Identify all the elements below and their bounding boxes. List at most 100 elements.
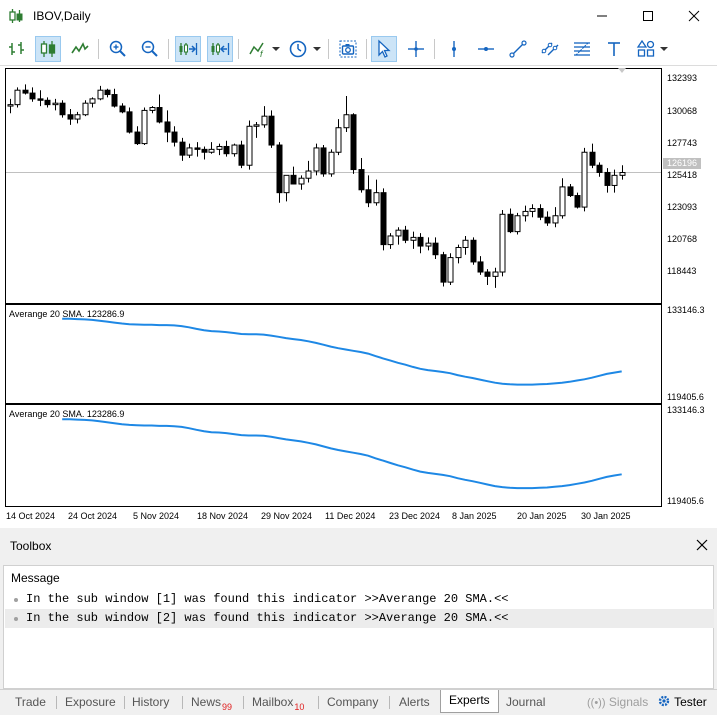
candle-body [529, 208, 536, 212]
signals-icon: ((•)) [587, 697, 606, 709]
candle-body [179, 141, 186, 156]
price-axis-label: 127743 [667, 138, 698, 148]
candle-body [7, 104, 14, 107]
close-icon[interactable] [695, 538, 709, 552]
candle-body [82, 102, 89, 116]
candle-body [522, 210, 529, 217]
sma-line-subwindow-1 [62, 317, 622, 386]
message-text: In the sub window [1] was found this ind… [26, 592, 509, 606]
candle-body [537, 208, 544, 218]
candle-body [350, 114, 357, 171]
subwindow-2-max: 133146.3 [667, 405, 705, 415]
candle-body [119, 105, 126, 113]
list-item[interactable]: In the sub window [2] was found this ind… [5, 609, 714, 628]
tester-tab[interactable]: Tester [657, 693, 707, 711]
candle-body [74, 114, 81, 120]
info-icon [14, 598, 18, 602]
price-axis-label: 118443 [667, 266, 697, 276]
candle-body [253, 124, 260, 127]
candle-body [619, 172, 626, 176]
price-axis-label: 120768 [667, 234, 698, 244]
date-axis-label: 11 Dec 2024 [325, 511, 376, 521]
news-count-badge: 99 [222, 702, 233, 712]
candle-body [402, 229, 409, 241]
date-axis-label: 29 Nov 2024 [261, 511, 313, 521]
candle-body [208, 148, 215, 153]
candle-body [447, 257, 454, 283]
candle-body [358, 169, 365, 191]
tab-mailbox[interactable]: Mailbox10 [244, 693, 312, 713]
candle-body [201, 148, 208, 153]
candle-body [440, 254, 447, 283]
chart-canvas [6, 68, 661, 490]
candle-body [492, 271, 499, 277]
candle-body [387, 235, 394, 246]
candle-body [552, 215, 559, 224]
date-axis-label: 8 Jan 2025 [452, 511, 497, 521]
candle-body [164, 121, 171, 133]
tab-news[interactable]: News99 [183, 693, 240, 713]
date-axis-label: 18 Nov 2024 [197, 511, 249, 521]
tab-exposure[interactable]: Exposure [57, 693, 124, 713]
date-axis-label: 24 Oct 2024 [68, 511, 118, 521]
candle-body [462, 239, 469, 248]
candle-body [216, 145, 223, 150]
candle-body [320, 147, 327, 175]
candle-body [22, 89, 29, 94]
candle-body [29, 92, 36, 100]
subwindow-1-label: Averange 20 SMA. 123286.9 [9, 309, 125, 319]
tab-trade[interactable]: Trade [7, 693, 54, 713]
candle-body [111, 94, 118, 107]
candle-body [298, 177, 305, 185]
tab-company[interactable]: Company [319, 693, 386, 713]
candle-body [596, 164, 603, 173]
price-axis-label: 123093 [667, 202, 698, 212]
scroll-marker-icon [618, 68, 626, 73]
candle-body [373, 192, 380, 204]
candle-body [156, 107, 163, 123]
candle-body [231, 144, 238, 155]
price-axis-label: 125418 [667, 170, 698, 180]
candle-body [611, 174, 618, 186]
candle-body [544, 216, 551, 224]
candle-body [380, 192, 387, 246]
subwindow-1-max: 133146.3 [667, 305, 705, 315]
candle-body [305, 170, 312, 179]
date-axis-label: 20 Jan 2025 [517, 511, 567, 521]
subwindow-2-min: 119405.6 [667, 496, 704, 506]
candle-body [194, 147, 201, 150]
message-text: In the sub window [2] was found this ind… [26, 611, 509, 625]
candle-body [141, 109, 148, 145]
candle-body [268, 115, 275, 146]
candle-body [514, 215, 521, 233]
candle-body [134, 131, 141, 145]
candle-body [507, 213, 514, 233]
experts-message-list[interactable]: Message In the sub window [1] was found … [3, 565, 714, 689]
date-axis-label: 14 Oct 2024 [6, 511, 56, 521]
candle-body [567, 186, 574, 197]
candle-body [59, 102, 66, 116]
tab-journal[interactable]: Journal [498, 693, 553, 713]
signals-tab[interactable]: ((•)) Signals [587, 693, 648, 712]
candle-body [574, 195, 581, 208]
candle-body [425, 242, 432, 247]
tab-history[interactable]: History [124, 693, 177, 713]
candle-body [328, 151, 335, 175]
mailbox-count-badge: 10 [294, 702, 305, 712]
candle-body [14, 89, 21, 106]
candle-body [432, 242, 439, 256]
candle-body [313, 147, 320, 172]
candle-body [410, 236, 417, 241]
candle-body [417, 236, 424, 247]
bid-price-label: 126196 [663, 158, 701, 169]
message-column-header[interactable]: Message [11, 571, 60, 585]
list-item[interactable]: In the sub window [1] was found this ind… [5, 590, 714, 609]
subwindow-2-label: Averange 20 SMA. 123286.9 [9, 409, 125, 419]
subwindow-1-min: 119405.6 [667, 392, 704, 402]
candle-body [343, 114, 350, 129]
candle-body [455, 246, 462, 259]
candle-body [477, 261, 484, 273]
tab-experts[interactable]: Experts [440, 690, 499, 713]
tab-alerts[interactable]: Alerts [391, 693, 438, 713]
candle-body [44, 99, 51, 106]
